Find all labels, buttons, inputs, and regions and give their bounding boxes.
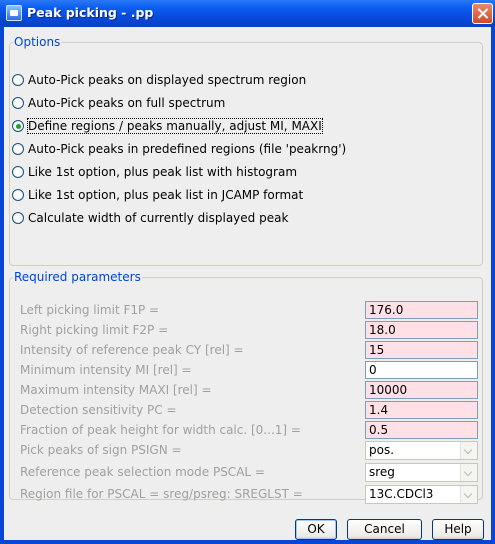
chevron-down-icon[interactable] xyxy=(460,464,477,481)
dialog-body: Options Auto-Pick peaks on displayed spe… xyxy=(4,27,491,540)
pscal-value: sreg xyxy=(369,465,395,479)
option-histogram[interactable]: Like 1st option, plus peak list with his… xyxy=(12,162,297,182)
radio-button[interactable] xyxy=(12,74,24,86)
pscal-select[interactable]: sreg xyxy=(365,463,478,482)
sreglst-select[interactable]: 13C.CDCl3 xyxy=(365,485,478,504)
help-button[interactable]: Help xyxy=(432,519,484,540)
options-legend: Options xyxy=(14,35,61,49)
option-auto-pick-predefined[interactable]: Auto-Pick peaks in predefined regions (f… xyxy=(12,139,346,159)
maxi-input[interactable]: 10000 xyxy=(365,381,478,399)
param-label-pc: Detection sensitivity PC = xyxy=(20,403,177,417)
app-icon xyxy=(6,5,22,21)
option-calculate-width[interactable]: Calculate width of currently displayed p… xyxy=(12,208,288,228)
radio-button[interactable] xyxy=(12,212,24,224)
option-label: Define regions / peaks manually, adjust … xyxy=(27,118,323,134)
cancel-button[interactable]: Cancel xyxy=(347,519,422,540)
chevron-down-icon[interactable] xyxy=(460,486,477,503)
window-title: Peak picking - .pp xyxy=(27,5,154,20)
f1p-input[interactable]: 176.0 xyxy=(365,301,478,319)
option-jcamp[interactable]: Like 1st option, plus peak list in JCAMP… xyxy=(12,185,303,205)
param-label-cy: Intensity of reference peak CY [rel] = xyxy=(20,343,244,357)
radio-button[interactable] xyxy=(12,97,24,109)
param-label-f2p: Right picking limit F2P = xyxy=(20,323,169,337)
option-label: Auto-Pick peaks on full spectrum xyxy=(28,96,226,110)
option-define-regions-manually[interactable]: Define regions / peaks manually, adjust … xyxy=(12,116,323,136)
option-label: Auto-Pick peaks in predefined regions (f… xyxy=(28,142,347,156)
psign-select[interactable]: pos. xyxy=(365,441,478,460)
radio-button[interactable] xyxy=(12,189,24,201)
param-label-psign: Pick peaks of sign PSIGN = xyxy=(20,443,182,457)
parameters-legend: Required parameters xyxy=(14,270,141,284)
option-auto-pick-displayed[interactable]: Auto-Pick peaks on displayed spectrum re… xyxy=(12,70,306,90)
chevron-down-icon[interactable] xyxy=(460,442,477,459)
close-button[interactable] xyxy=(472,3,493,24)
param-label-maxi: Maximum intensity MAXI [rel] = xyxy=(20,383,212,397)
pc-input[interactable]: 1.4 xyxy=(365,401,478,419)
radio-button[interactable] xyxy=(12,143,24,155)
radio-button-selected[interactable] xyxy=(12,120,24,132)
option-label: Like 1st option, plus peak list in JCAMP… xyxy=(28,188,304,202)
mi-input[interactable]: 0 xyxy=(365,361,478,379)
param-label-pscal: Reference peak selection mode PSCAL = xyxy=(20,465,265,479)
f2p-input[interactable]: 18.0 xyxy=(365,321,478,339)
param-label-mi: Minimum intensity MI [rel] = xyxy=(20,363,192,377)
option-label: Like 1st option, plus peak list with his… xyxy=(28,165,298,179)
peak-picking-dialog: Peak picking - .pp Options Auto-Pick pea… xyxy=(0,0,495,544)
radio-button[interactable] xyxy=(12,166,24,178)
option-auto-pick-full[interactable]: Auto-Pick peaks on full spectrum xyxy=(12,93,225,113)
param-label-sreglst: Region file for PSCAL = sreg/psreg: SREG… xyxy=(20,487,303,501)
cy-input[interactable]: 15 xyxy=(365,341,478,359)
required-parameters-group: Required parameters Left picking limit F… xyxy=(9,270,483,504)
option-label: Auto-Pick peaks on displayed spectrum re… xyxy=(28,73,307,87)
option-label: Calculate width of currently displayed p… xyxy=(28,211,289,225)
sreglst-value: 13C.CDCl3 xyxy=(369,487,434,501)
param-label-f1p: Left picking limit F1P = xyxy=(20,303,160,317)
title-bar[interactable]: Peak picking - .pp xyxy=(0,0,495,27)
width-fraction-input[interactable]: 0.5 xyxy=(365,421,478,439)
ok-button[interactable]: OK xyxy=(295,519,337,540)
param-label-width-fraction: Fraction of peak height for width calc. … xyxy=(20,423,301,437)
options-group: Options Auto-Pick peaks on displayed spe… xyxy=(9,35,483,266)
psign-value: pos. xyxy=(369,443,395,457)
